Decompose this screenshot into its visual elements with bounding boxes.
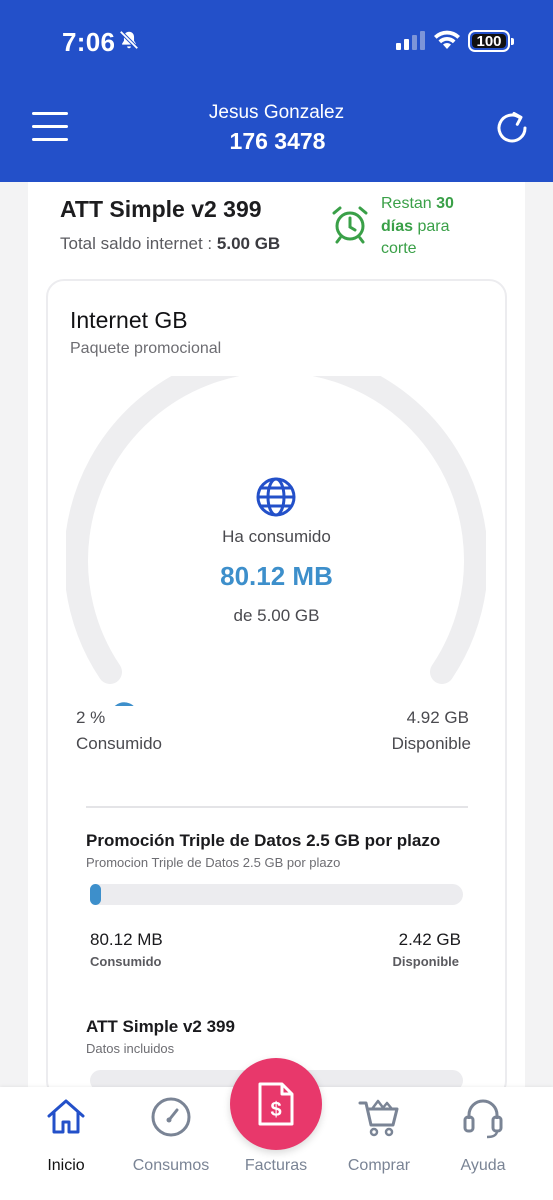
headset-icon: [463, 1099, 503, 1139]
package-available: 2.42 GB: [398, 930, 461, 949]
nav-label: Comprar: [347, 1157, 411, 1174]
consumed-percent: 2 %: [76, 708, 106, 727]
nav-label: Ayuda: [460, 1157, 506, 1174]
days-word: días: [381, 217, 414, 235]
facturas-fab-button[interactable]: $: [230, 1058, 322, 1150]
package-subtitle: Datos incluidos: [86, 1041, 175, 1056]
internet-title: Internet GB: [70, 307, 188, 333]
days-number: 30: [436, 195, 454, 212]
package-used-label: Consumido: [90, 954, 162, 969]
cell-signal-icon: [396, 31, 425, 50]
divider: [86, 806, 468, 808]
battery-level: 100: [476, 32, 502, 50]
refresh-icon[interactable]: [492, 108, 532, 148]
consumed-of-total: de 5.00 GB: [233, 606, 320, 625]
nav-item-comprar[interactable]: Comprar: [324, 1087, 434, 1200]
package-available-label: Disponible: [392, 954, 459, 969]
total-balance-label: Total saldo internet :: [60, 234, 213, 253]
available-label: Disponible: [391, 734, 471, 753]
days-until-cutoff: Restan 30 días para corte: [381, 193, 481, 261]
available-amount: 4.92 GB: [406, 708, 469, 727]
cart-icon: [358, 1099, 399, 1137]
days-prefix: Restan: [381, 195, 432, 212]
home-icon: [47, 1099, 85, 1134]
nav-label: Inicio: [47, 1157, 85, 1174]
nav-label: Facturas: [244, 1157, 308, 1174]
total-balance-value: 5.00 GB: [216, 234, 281, 253]
status-bar: 7:06 100: [0, 0, 553, 80]
internet-subtitle: Paquete promocional: [70, 340, 222, 357]
plan-name: ATT Simple v2 399: [60, 196, 262, 222]
package-progress-bar: [90, 884, 463, 905]
alarm-clock-icon: [332, 206, 368, 244]
package-title: Promoción Triple de Datos 2.5 GB por pla…: [86, 831, 441, 850]
battery-indicator: 100: [468, 30, 514, 52]
package-title: ATT Simple v2 399: [86, 1017, 235, 1036]
user-phone: 176 3478: [0, 128, 553, 155]
globe-icon: [256, 477, 296, 517]
phone-visible: 176 3478: [229, 128, 326, 154]
gauge-track: [66, 376, 486, 684]
status-time: 7:06: [62, 27, 116, 57]
nav-item-inicio[interactable]: Inicio: [11, 1087, 121, 1200]
package-used: 80.12 MB: [90, 930, 163, 949]
svg-text:$: $: [270, 1099, 281, 1121]
app-header: 7:06 100 Jesus Gonzalez 176 3478: [0, 0, 553, 182]
invoice-icon: $: [258, 1082, 294, 1126]
wifi-icon: [434, 30, 460, 49]
package-progress-fill: [90, 884, 102, 905]
consumed-percent-label: Consumido: [76, 734, 162, 753]
nav-item-ayuda[interactable]: Ayuda: [428, 1087, 538, 1200]
total-balance: Total saldo internet : 5.00 GB: [60, 234, 280, 254]
consumed-caption: Ha consumido: [222, 527, 331, 546]
bell-muted-icon: [119, 30, 139, 50]
package-subtitle: Promocion Triple de Datos 2.5 GB por pla…: [86, 855, 341, 870]
nav-item-consumos[interactable]: Consumos: [116, 1087, 226, 1200]
nav-label: Consumos: [132, 1157, 210, 1174]
consumed-value: 80.12 MB: [220, 561, 333, 591]
gauge-icon: [151, 1097, 191, 1137]
user-name: Jesus Gonzalez: [208, 102, 345, 123]
